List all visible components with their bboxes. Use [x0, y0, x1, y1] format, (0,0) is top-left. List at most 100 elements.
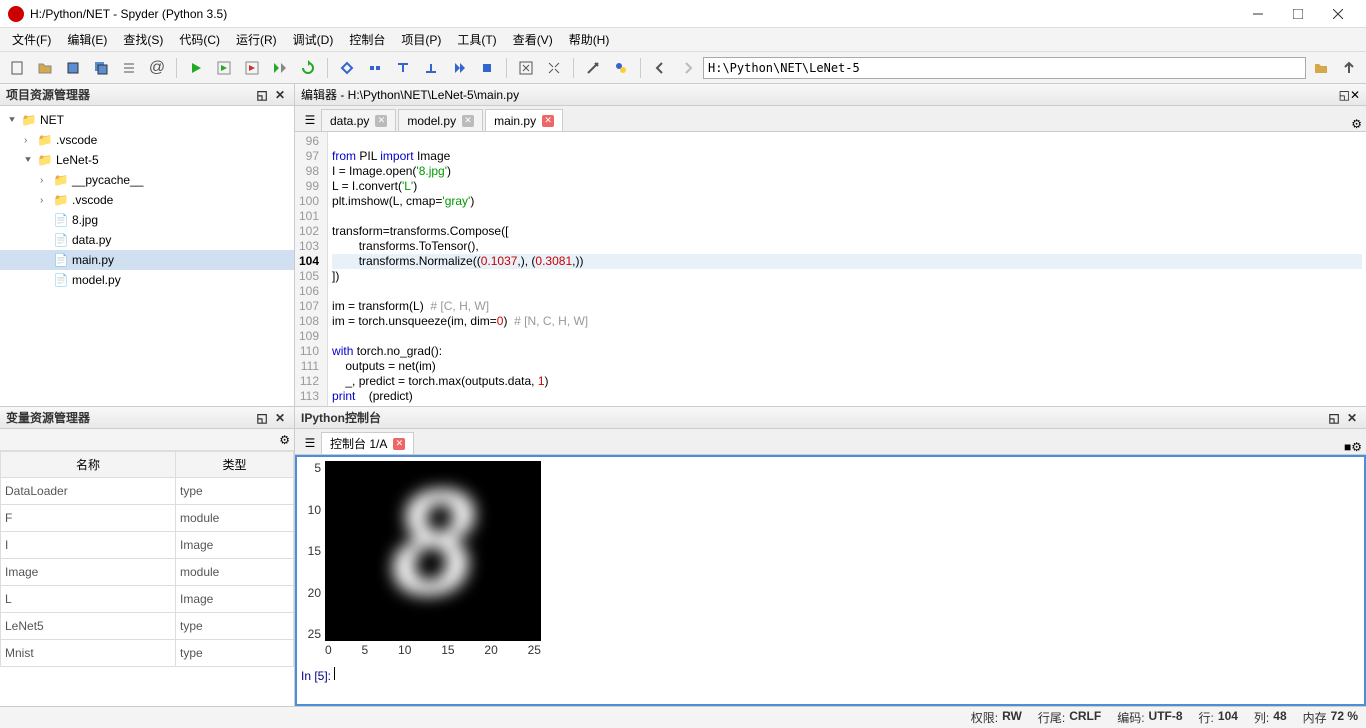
- x-axis: 0510152025: [325, 641, 541, 659]
- forward-button[interactable]: [675, 55, 701, 81]
- close-tab-icon[interactable]: ✕: [462, 115, 474, 127]
- menu-run[interactable]: 运行(R): [228, 29, 285, 50]
- dock-icon[interactable]: ◱: [254, 87, 270, 103]
- at-button[interactable]: @: [144, 55, 170, 81]
- step-into-button[interactable]: [390, 55, 416, 81]
- menu-code[interactable]: 代码(C): [171, 29, 228, 50]
- close-tab-icon[interactable]: ✕: [375, 115, 387, 127]
- status-enc: 编码:UTF-8: [1117, 709, 1182, 726]
- tree-file-main[interactable]: 📄 main.py: [0, 250, 294, 270]
- dock-icon[interactable]: ◱: [254, 410, 270, 426]
- table-row[interactable]: LImage: [1, 586, 294, 613]
- console-prompt[interactable]: In [5]:: [301, 667, 1360, 683]
- chevron-down-icon[interactable]: ⯆: [24, 155, 36, 166]
- continue-button[interactable]: [446, 55, 472, 81]
- fullscreen-button[interactable]: [541, 55, 567, 81]
- gear-icon[interactable]: ⚙: [1351, 117, 1362, 131]
- variable-table[interactable]: 名称 类型 DataLoadertypeFmoduleIImageImagemo…: [0, 451, 294, 706]
- save-button[interactable]: [60, 55, 86, 81]
- tree-file-jpg[interactable]: 📄 8.jpg: [0, 210, 294, 230]
- browse-dir-button[interactable]: [1308, 55, 1334, 81]
- rerun-button[interactable]: [295, 55, 321, 81]
- chevron-right-icon[interactable]: ›: [40, 175, 52, 186]
- file-icon: 📄: [52, 253, 70, 267]
- run-selection-button[interactable]: [267, 55, 293, 81]
- dock-icon[interactable]: ◱: [1326, 410, 1342, 426]
- working-dir-input[interactable]: H:\Python\NET\LeNet-5: [703, 57, 1306, 79]
- menu-bar: 文件(F) 编辑(E) 查找(S) 代码(C) 运行(R) 调试(D) 控制台 …: [0, 28, 1366, 52]
- run-cell-advance-button[interactable]: [239, 55, 265, 81]
- tree-label: __pycache__: [72, 173, 143, 187]
- folder-icon: 📁: [36, 133, 54, 147]
- run-button[interactable]: [183, 55, 209, 81]
- close-panel-icon[interactable]: ✕: [272, 87, 288, 103]
- python-path-button[interactable]: [608, 55, 634, 81]
- tree-folder-pycache[interactable]: › 📁 __pycache__: [0, 170, 294, 190]
- table-row[interactable]: IImage: [1, 532, 294, 559]
- tree-file-model[interactable]: 📄 model.py: [0, 270, 294, 290]
- tree-file-data[interactable]: 📄 data.py: [0, 230, 294, 250]
- tab-data[interactable]: data.py✕: [321, 109, 396, 131]
- step-over-button[interactable]: [418, 55, 444, 81]
- tree-folder-vscode-root[interactable]: › 📁 .vscode: [0, 130, 294, 150]
- save-all-button[interactable]: [88, 55, 114, 81]
- new-file-button[interactable]: [4, 55, 30, 81]
- project-tree[interactable]: ⯆ 📁 NET › 📁 .vscode ⯆ 📁 LeNet-5 › 📁: [0, 106, 294, 406]
- open-file-button[interactable]: [32, 55, 58, 81]
- chevron-down-icon[interactable]: ⯆: [8, 115, 20, 126]
- console-tab[interactable]: 控制台 1/A✕: [321, 432, 414, 454]
- code-editor[interactable]: 9697989910010110210310410510610710810911…: [295, 132, 1366, 406]
- tab-main[interactable]: main.py ✕: [485, 109, 563, 131]
- code-text[interactable]: from PIL import ImageI = Image.open('8.j…: [328, 132, 1366, 406]
- stop-debug-button[interactable]: [474, 55, 500, 81]
- tree-root[interactable]: ⯆ 📁 NET: [0, 110, 294, 130]
- table-row[interactable]: DataLoadertype: [1, 478, 294, 505]
- table-row[interactable]: Fmodule: [1, 505, 294, 532]
- var-col-type[interactable]: 类型: [175, 452, 293, 478]
- table-row[interactable]: Mnisttype: [1, 640, 294, 667]
- chevron-right-icon[interactable]: ›: [40, 195, 52, 206]
- tree-folder-vscode[interactable]: › 📁 .vscode: [0, 190, 294, 210]
- close-tab-icon[interactable]: ✕: [393, 438, 405, 450]
- console-output[interactable]: 510152025 8 0510152025 In [5]:: [295, 455, 1366, 706]
- menu-project[interactable]: 项目(P): [393, 29, 449, 50]
- menu-debug[interactable]: 调试(D): [285, 29, 342, 50]
- step-button[interactable]: [362, 55, 388, 81]
- maximize-button[interactable]: [1278, 0, 1318, 28]
- close-panel-icon[interactable]: ✕: [272, 410, 288, 426]
- table-row[interactable]: LeNet5type: [1, 613, 294, 640]
- parent-dir-button[interactable]: [1336, 55, 1362, 81]
- dock-icon[interactable]: ◱: [1339, 88, 1350, 102]
- menu-edit[interactable]: 编辑(E): [59, 29, 115, 50]
- preferences-button[interactable]: [580, 55, 606, 81]
- menu-console[interactable]: 控制台: [341, 29, 393, 50]
- menu-tools[interactable]: 工具(T): [449, 29, 504, 50]
- run-cell-button[interactable]: [211, 55, 237, 81]
- editor-header: 编辑器 - H:\Python\NET\LeNet-5\main.py ◱ ✕: [295, 84, 1366, 106]
- menu-find[interactable]: 查找(S): [115, 29, 171, 50]
- var-col-name[interactable]: 名称: [1, 452, 176, 478]
- tab-label: main.py: [494, 114, 536, 128]
- tab-model[interactable]: model.py✕: [398, 109, 483, 131]
- close-button[interactable]: [1318, 0, 1358, 28]
- chevron-right-icon[interactable]: ›: [24, 135, 36, 146]
- close-tab-icon[interactable]: ✕: [542, 115, 554, 127]
- maximize-pane-button[interactable]: [513, 55, 539, 81]
- close-panel-icon[interactable]: ✕: [1344, 410, 1360, 426]
- close-panel-icon[interactable]: ✕: [1350, 88, 1360, 102]
- table-row[interactable]: Imagemodule: [1, 559, 294, 586]
- stop-icon[interactable]: ■: [1344, 440, 1351, 454]
- gear-icon[interactable]: ⚙: [1351, 440, 1362, 454]
- tree-folder-lenet5[interactable]: ⯆ 📁 LeNet-5: [0, 150, 294, 170]
- minimize-button[interactable]: [1238, 0, 1278, 28]
- menu-file[interactable]: 文件(F): [4, 29, 59, 50]
- list-button[interactable]: [116, 55, 142, 81]
- menu-view[interactable]: 查看(V): [505, 29, 561, 50]
- file-icon: 📄: [52, 213, 70, 227]
- debug-button[interactable]: [334, 55, 360, 81]
- gear-icon[interactable]: ⚙: [279, 433, 290, 447]
- back-button[interactable]: [647, 55, 673, 81]
- menu-help[interactable]: 帮助(H): [561, 29, 618, 50]
- tab-list-icon[interactable]: ☰: [299, 109, 321, 131]
- tab-list-icon[interactable]: ☰: [299, 432, 321, 454]
